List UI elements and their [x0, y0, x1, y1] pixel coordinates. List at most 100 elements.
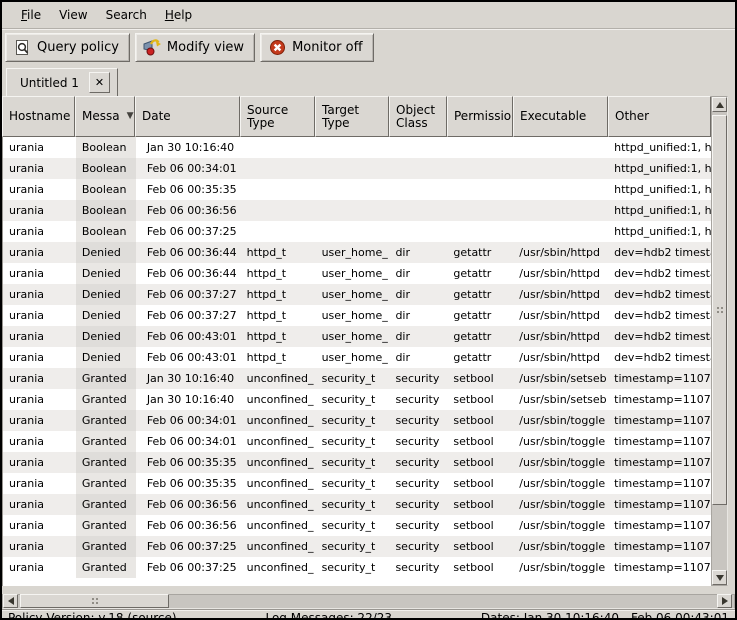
- column-header-label: Date: [142, 110, 171, 123]
- menu-help[interactable]: Help: [156, 5, 201, 25]
- table-row[interactable]: uraniaBooleanFeb 06 00:37:25httpd_unifie…: [3, 221, 711, 242]
- table-cell: setbool: [447, 368, 513, 389]
- table-cell: security: [389, 473, 447, 494]
- table-cell: Jan 30 10:16:40: [136, 389, 241, 410]
- table-cell: Feb 06 00:35:35: [136, 179, 241, 200]
- table-cell: [316, 158, 390, 179]
- scroll-down-button[interactable]: [712, 570, 727, 585]
- table-cell: urania: [3, 536, 76, 557]
- monitor-off-button[interactable]: Monitor off: [260, 33, 373, 62]
- table-cell: Granted: [76, 452, 136, 473]
- table-row[interactable]: uraniaGrantedFeb 06 00:37:25unconfined_s…: [3, 536, 711, 557]
- arrow-up-icon: [716, 102, 724, 108]
- table-cell: setbool: [447, 536, 513, 557]
- table-cell: user_home_: [316, 263, 390, 284]
- table-row[interactable]: uraniaDeniedFeb 06 00:43:01httpd_tuser_h…: [3, 326, 711, 347]
- column-header-label: Executable: [520, 110, 586, 123]
- table-cell: getattr: [447, 305, 513, 326]
- table-row[interactable]: uraniaBooleanFeb 06 00:36:56httpd_unifie…: [3, 200, 711, 221]
- modify-view-button[interactable]: Modify view: [135, 33, 255, 62]
- table-row[interactable]: uraniaGrantedFeb 06 00:36:56unconfined_s…: [3, 515, 711, 536]
- column-header-other[interactable]: Other: [608, 96, 711, 137]
- table-cell: unconfined_: [241, 536, 316, 557]
- dates-status: Dates: Jan 30 10:16:40 - Feb 06 00:43:01: [481, 611, 729, 620]
- table-cell: timestamp=11076: [608, 473, 711, 494]
- table-cell: dev=hdb2 timesta: [608, 347, 711, 368]
- menu-search[interactable]: Search: [97, 5, 156, 25]
- sort-descending-icon: ▼: [127, 110, 134, 123]
- column-header-source-type[interactable]: Source Type: [240, 96, 315, 137]
- table-row[interactable]: uraniaDeniedFeb 06 00:37:27httpd_tuser_h…: [3, 284, 711, 305]
- table-row[interactable]: uraniaGrantedFeb 06 00:35:35unconfined_s…: [3, 452, 711, 473]
- vertical-scrollbar[interactable]: [711, 96, 728, 586]
- table-row[interactable]: uraniaGrantedFeb 06 00:36:56unconfined_s…: [3, 494, 711, 515]
- scroll-up-button[interactable]: [712, 97, 727, 112]
- menu-view[interactable]: View: [50, 5, 96, 25]
- column-header-executable[interactable]: Executable: [513, 96, 608, 137]
- table-cell: httpd_t: [241, 347, 316, 368]
- table-cell: [389, 158, 447, 179]
- table-cell: security_t: [316, 494, 390, 515]
- table-row[interactable]: uraniaBooleanFeb 06 00:35:35httpd_unifie…: [3, 179, 711, 200]
- table-row[interactable]: uraniaGrantedJan 30 10:16:40unconfined_s…: [3, 368, 711, 389]
- column-header-label: Hostname: [9, 110, 70, 123]
- table-cell: security_t: [316, 431, 390, 452]
- query-policy-button[interactable]: Query policy: [5, 33, 130, 62]
- thumb-grip: [91, 597, 99, 605]
- table-row[interactable]: uraniaGrantedFeb 06 00:35:35unconfined_s…: [3, 473, 711, 494]
- vertical-scroll-thumb[interactable]: [712, 115, 727, 505]
- table-cell: security_t: [316, 410, 390, 431]
- table-row[interactable]: uraniaDeniedFeb 06 00:43:01httpd_tuser_h…: [3, 347, 711, 368]
- table-cell: urania: [3, 347, 76, 368]
- table-cell: [241, 221, 316, 242]
- table-cell: /usr/sbin/httpd: [513, 347, 608, 368]
- scroll-right-button[interactable]: [717, 594, 732, 608]
- column-header-target-type[interactable]: Target Type: [315, 96, 389, 137]
- horizontal-scroll-thumb[interactable]: [20, 594, 169, 608]
- table-cell: urania: [3, 284, 76, 305]
- table-cell: Feb 06 00:34:01: [136, 431, 241, 452]
- policy-version-status: Policy Version: v.18 (source): [8, 611, 177, 620]
- column-header-permission[interactable]: Permission: [447, 96, 513, 137]
- table-cell: dir: [389, 242, 447, 263]
- table-cell: httpd_t: [241, 326, 316, 347]
- arrow-right-icon: [722, 597, 728, 605]
- table-cell: urania: [3, 431, 76, 452]
- table-cell: Granted: [76, 431, 136, 452]
- column-header-object-class[interactable]: Object Class: [389, 96, 447, 137]
- table-row[interactable]: uraniaGrantedFeb 06 00:34:01unconfined_s…: [3, 431, 711, 452]
- table-cell: security_t: [316, 389, 390, 410]
- table-cell: [447, 179, 513, 200]
- menu-file[interactable]: File: [12, 5, 50, 25]
- table-cell: /usr/sbin/toggle: [513, 536, 608, 557]
- table-row[interactable]: uraniaBooleanJan 30 10:16:40httpd_unifie…: [3, 137, 711, 158]
- horizontal-scrollbar[interactable]: [2, 594, 735, 609]
- modify-view-label: Modify view: [167, 40, 244, 55]
- column-header-date[interactable]: Date: [135, 96, 240, 137]
- scroll-left-button[interactable]: [3, 594, 18, 608]
- table-cell: /usr/sbin/httpd: [513, 263, 608, 284]
- tab-untitled-1[interactable]: Untitled 1 ✕: [6, 68, 118, 96]
- table-cell: getattr: [447, 263, 513, 284]
- table-cell: Granted: [76, 389, 136, 410]
- table-cell: [241, 137, 316, 158]
- table-cell: urania: [3, 494, 76, 515]
- table-row[interactable]: uraniaDeniedFeb 06 00:37:27httpd_tuser_h…: [3, 305, 711, 326]
- table-cell: user_home_: [316, 242, 390, 263]
- table-row[interactable]: uraniaBooleanFeb 06 00:34:01httpd_unifie…: [3, 158, 711, 179]
- table-cell: [447, 221, 513, 242]
- table-cell: Feb 06 00:36:56: [136, 515, 241, 536]
- tab-label: Untitled 1: [20, 76, 79, 90]
- tab-close-button[interactable]: ✕: [89, 72, 110, 93]
- table-cell: [389, 137, 447, 158]
- table-row[interactable]: uraniaDeniedFeb 06 00:36:44httpd_tuser_h…: [3, 263, 711, 284]
- column-header-messa[interactable]: Messa▼: [75, 96, 135, 137]
- table-cell: setbool: [447, 473, 513, 494]
- table-row[interactable]: uraniaGrantedFeb 06 00:34:01unconfined_s…: [3, 410, 711, 431]
- table-row[interactable]: uraniaDeniedFeb 06 00:36:44httpd_tuser_h…: [3, 242, 711, 263]
- table-row[interactable]: uraniaGrantedFeb 06 00:37:25unconfined_s…: [3, 557, 711, 578]
- table-cell: Feb 06 00:36:56: [136, 200, 241, 221]
- table-row[interactable]: uraniaGrantedJan 30 10:16:40unconfined_s…: [3, 389, 711, 410]
- table-cell: urania: [3, 305, 76, 326]
- column-header-hostname[interactable]: Hostname: [2, 96, 75, 137]
